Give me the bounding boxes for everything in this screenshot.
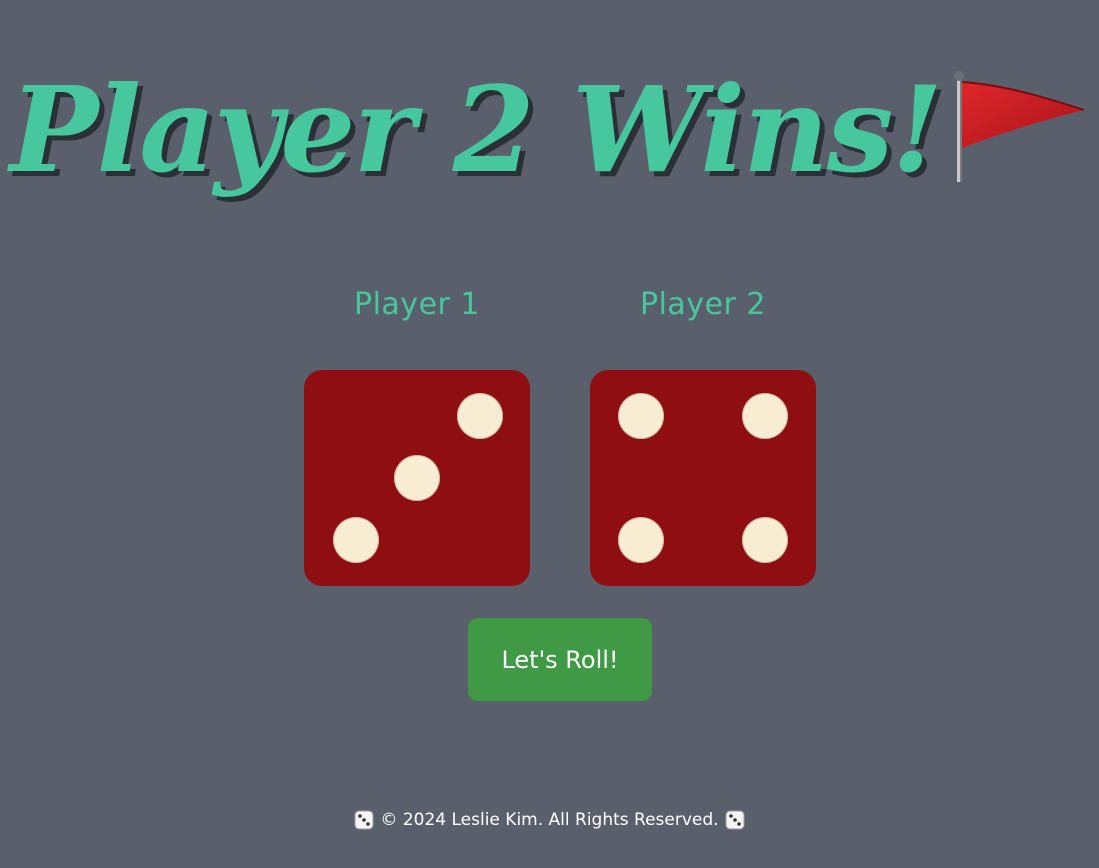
players-area: Player 1 Player 2 [304,280,816,586]
pip [333,517,379,563]
title-row: Player 2 Wins! [0,40,1099,220]
player-2-panel: Player 2 [590,280,816,586]
player-2-die [590,370,816,586]
red-flag-icon [949,64,1089,184]
pip [394,455,440,501]
pip [742,393,788,439]
page-title: Player 2 Wins! [9,60,943,199]
pip [618,393,664,439]
player-2-label: Player 2 [640,287,766,322]
roll-button[interactable]: Let's Roll! [468,618,652,701]
die-icon [725,810,745,830]
footer: © 2024 Leslie Kim. All Rights Reserved. [0,810,1099,830]
player-1-panel: Player 1 [304,280,530,586]
die-icon [354,810,374,830]
pip [742,517,788,563]
pip [618,517,664,563]
player-1-die [304,370,530,586]
player-1-label: Player 1 [354,287,480,322]
footer-text: © 2024 Leslie Kim. All Rights Reserved. [380,810,719,830]
pip [457,393,503,439]
